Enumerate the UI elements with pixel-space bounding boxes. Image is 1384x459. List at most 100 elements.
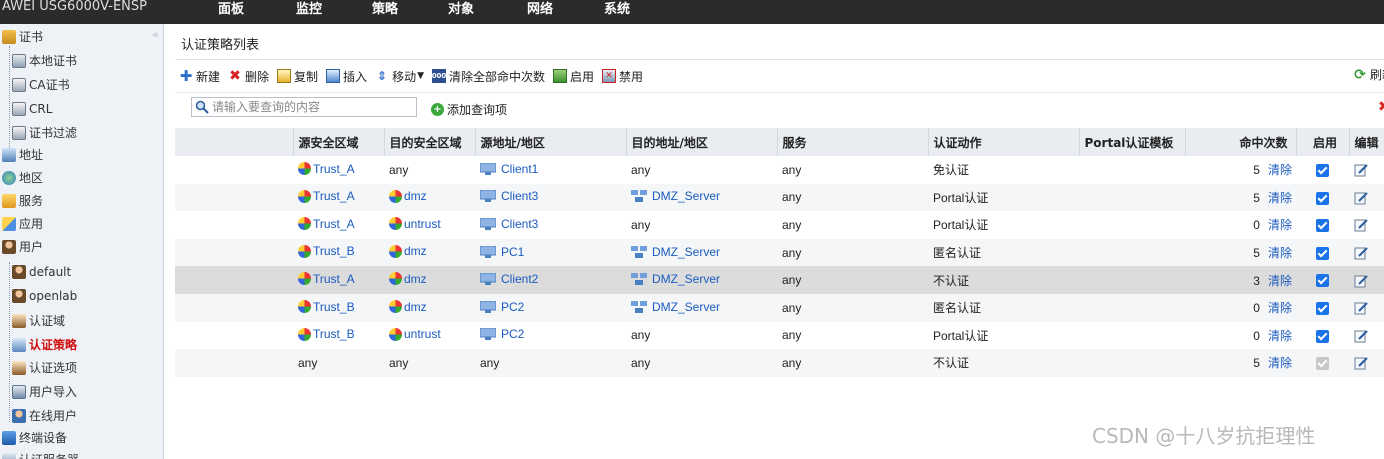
zone-link[interactable]: Trust_B [298,327,355,341]
address-link[interactable]: Client2 [480,272,538,286]
disable-button[interactable]: ✕ 禁用 [602,68,643,85]
sidebar-item-user-openlab[interactable]: openlab [12,286,77,306]
address-link[interactable]: DMZ_Server [631,300,720,314]
new-button[interactable]: ✚ 新建 [179,67,220,85]
enable-checkbox[interactable] [1316,274,1329,288]
enable-checkbox[interactable] [1316,219,1329,233]
sidebar-item-local-cert[interactable]: 本地证书 [12,51,77,71]
enable-checkbox[interactable] [1316,246,1329,260]
refresh-button[interactable]: ⟳刷新 [1353,66,1384,83]
sidebar-item-user[interactable]: 用户 [2,237,43,257]
zone-link[interactable]: dmz [389,300,427,314]
clear-hits-button[interactable]: 000 清除全部命中次数 [432,68,545,85]
move-dropdown[interactable]: ⇕ 移动 ▼ [375,68,424,85]
zone-link[interactable]: Trust_A [298,189,355,203]
table-row[interactable]: Trust_A untrust Client3 any any Portal认证 0 清除 [175,211,1384,239]
address-link[interactable]: DMZ_Server [631,272,720,286]
address-link[interactable]: DMZ_Server [631,245,720,259]
zone-link[interactable]: dmz [389,189,427,203]
zone-link[interactable]: untrust [389,327,441,341]
enable-checkbox[interactable] [1316,329,1329,343]
enable-checkbox[interactable] [1316,301,1329,315]
zone-link[interactable]: Trust_B [298,244,355,258]
header-src-zone[interactable]: 源安全区域 [293,128,385,156]
address-link[interactable]: PC2 [480,327,524,341]
edit-icon[interactable] [1354,274,1368,288]
address-link[interactable]: DMZ_Server [631,189,720,203]
sidebar-item-service[interactable]: 服务 [2,191,43,211]
edit-icon[interactable] [1354,246,1368,260]
zone-link[interactable]: untrust [389,217,441,231]
clear-hits-link[interactable]: 清除 [1268,246,1292,260]
collapse-sidebar-icon[interactable]: « [152,28,159,41]
sidebar-item-ca-cert[interactable]: CA证书 [12,75,70,95]
clear-hits-link[interactable]: 清除 [1268,301,1292,315]
edit-icon[interactable] [1354,356,1368,370]
edit-icon[interactable] [1354,218,1368,232]
header-dst-zone[interactable]: 目的安全区域 [384,128,476,156]
copy-button[interactable]: 复制 [277,68,318,85]
sidebar-item-user-import[interactable]: 用户导入 [12,382,77,402]
enable-checkbox[interactable] [1316,191,1329,205]
header-hits[interactable]: 命中次数 [1185,128,1297,156]
enable-checkbox[interactable] [1316,357,1329,371]
header-auth-action[interactable]: 认证动作 [928,128,1080,156]
zone-link[interactable]: Trust_A [298,162,355,176]
sidebar-item-certificate[interactable]: 证书 [2,27,43,47]
search-input[interactable] [191,97,417,117]
edit-icon[interactable] [1354,191,1368,205]
table-row[interactable]: Trust_B dmz PC1 DMZ_Server any 匿名认证 5 清除 [175,238,1384,267]
enable-checkbox[interactable] [1316,163,1329,177]
zone-link[interactable]: Trust_A [298,217,355,231]
clear-hits-link[interactable]: 清除 [1268,218,1292,232]
nav-policy[interactable]: 策略 [372,0,398,24]
sidebar-item-auth-server[interactable]: 认证服务器 [2,450,79,459]
nav-network[interactable]: 网络 [527,0,553,24]
table-row[interactable]: Trust_A dmz Client2 DMZ_Server any 不认证 3 清除 [175,266,1384,294]
address-link[interactable]: Client3 [480,189,538,203]
edit-icon[interactable] [1354,329,1368,343]
zone-link[interactable]: Trust_A [298,272,355,286]
enable-button[interactable]: 启用 [553,68,594,85]
table-row[interactable]: Trust_A any Client1 any any 免认证 5 清除 [175,156,1384,184]
edit-icon[interactable] [1354,163,1368,177]
clear-hits-link[interactable]: 清除 [1268,329,1292,343]
sidebar-item-address[interactable]: 地址 [2,145,43,165]
edit-icon[interactable] [1354,301,1368,315]
insert-button[interactable]: 插入 [326,68,367,85]
zone-link[interactable]: dmz [389,272,427,286]
sidebar-item-crl[interactable]: CRL [12,99,52,119]
sidebar-item-auth-domain[interactable]: 认证域 [12,311,65,331]
zone-link[interactable]: Trust_B [298,300,355,314]
close-icon[interactable]: ✖ [1378,99,1384,115]
zone-link[interactable]: dmz [389,244,427,258]
header-service[interactable]: 服务 [777,128,929,156]
clear-hits-link[interactable]: 清除 [1268,356,1292,370]
add-query-button[interactable]: + 添加查询项 [431,101,507,118]
clear-hits-link[interactable]: 清除 [1268,274,1292,288]
sidebar-item-region[interactable]: 地区 [2,168,43,188]
nav-monitor[interactable]: 监控 [296,0,322,24]
sidebar-item-online-users[interactable]: 在线用户 [12,406,77,426]
address-link[interactable]: PC2 [480,300,524,314]
table-row[interactable]: Trust_B untrust PC2 any any Portal认证 0 清除 [175,322,1384,350]
delete-button[interactable]: ✖ 删除 [228,68,269,85]
address-link[interactable]: PC1 [480,245,524,259]
sidebar-item-user-default[interactable]: default [12,262,71,282]
nav-dashboard[interactable]: 面板 [218,0,244,24]
table-row[interactable]: Trust_A dmz Client3 DMZ_Server any Portal认证 5 清… [175,183,1384,212]
sidebar-item-cert-filter[interactable]: 证书过滤 [12,123,77,143]
header-enabled[interactable]: 启用 [1296,128,1350,156]
address-link[interactable]: Client3 [480,217,538,231]
address-link[interactable]: Client1 [480,162,538,176]
clear-hits-link[interactable]: 清除 [1268,163,1292,177]
header-portal-template[interactable]: Portal认证模板 [1079,128,1186,156]
sidebar-item-terminal-devices[interactable]: 终端设备 [2,428,67,448]
clear-hits-link[interactable]: 清除 [1268,191,1292,205]
sidebar-item-application[interactable]: 应用 [2,214,43,234]
header-src-addr[interactable]: 源地址/地区 [475,128,627,156]
nav-object[interactable]: 对象 [448,0,474,24]
table-row[interactable]: Trust_B dmz PC2 DMZ_Server any 匿名认证 0 清除 [175,293,1384,322]
sidebar-item-auth-options[interactable]: 认证选项 [12,358,77,378]
nav-system[interactable]: 系统 [604,0,630,24]
